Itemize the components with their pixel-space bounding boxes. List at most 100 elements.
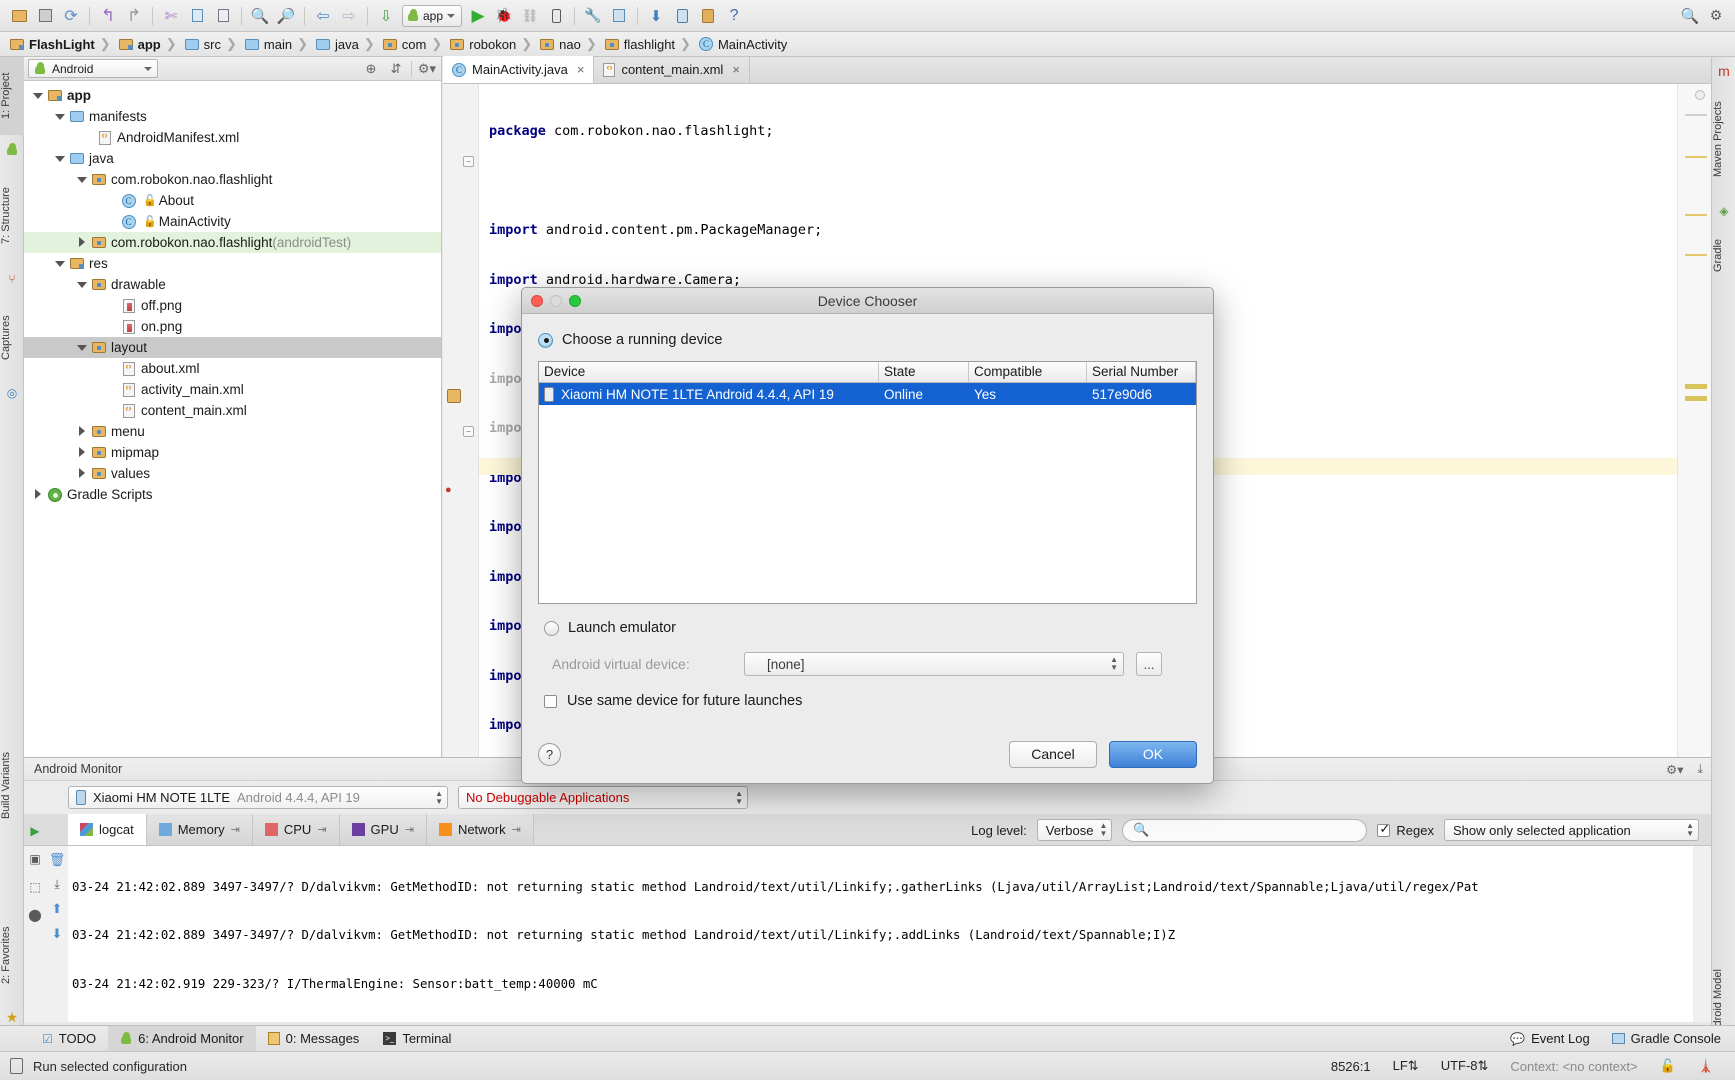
tab-messages[interactable]: 0: Messages <box>256 1026 372 1052</box>
tree-item-activity-main-xml[interactable]: activity_main.xml <box>24 379 441 400</box>
fold-region-icon[interactable]: − <box>463 156 474 167</box>
chevron-down-icon[interactable] <box>74 280 90 290</box>
sdk-download-icon[interactable] <box>695 3 721 29</box>
editor-gutter[interactable]: − − ● <box>443 84 479 757</box>
android-device-monitor-icon[interactable] <box>543 3 569 29</box>
screenshot-icon[interactable]: ▣ <box>29 852 40 866</box>
tree-item-manifests[interactable]: manifests <box>24 106 441 127</box>
tree-item-values[interactable]: values <box>24 463 441 484</box>
unlock-icon[interactable]: 🔓 <box>1649 1058 1687 1074</box>
find-icon[interactable]: 🔍 <box>247 3 273 29</box>
settings-icon[interactable]: ⚙ <box>1703 3 1729 29</box>
restart-icon[interactable]: ▶ <box>30 824 39 838</box>
breadcrumb-item-nao[interactable]: nao ❯ <box>540 36 605 52</box>
dump-icon[interactable]: ⬤ <box>28 908 41 922</box>
sdk-manager-icon[interactable]: 🔧 <box>580 3 606 29</box>
column-header-serial[interactable]: Serial Number <box>1087 362 1196 382</box>
fold-region-icon[interactable]: − <box>463 426 474 437</box>
sidebar-item-favorites[interactable]: 2: Favorites <box>0 905 24 1005</box>
copy-icon[interactable] <box>184 3 210 29</box>
logcat-scope-selector[interactable]: Show only selected application ▲ ▼ <box>1444 819 1699 841</box>
avd-browse-button[interactable]: ... <box>1136 652 1162 676</box>
tab-todo[interactable]: ☑ TODO <box>30 1026 108 1052</box>
tab-terminal[interactable]: >_ Terminal <box>371 1026 463 1052</box>
target-icon[interactable]: ◎ <box>4 385 20 401</box>
tab-event-log[interactable]: 💬 Event Log <box>1510 1026 1590 1052</box>
tree-item-menu[interactable]: menu <box>24 421 441 442</box>
search-everywhere-icon[interactable]: 🔍 <box>1677 3 1703 29</box>
stepper-icon[interactable]: ▲ ▼ <box>1100 822 1108 838</box>
inspection-status-icon[interactable] <box>1695 90 1705 100</box>
tab-mainactivity-java[interactable]: C MainActivity.java × <box>443 56 595 83</box>
attach-debugger-icon[interactable]: ⛓ <box>517 3 543 29</box>
avd-manager-icon[interactable] <box>606 3 632 29</box>
chevron-right-icon[interactable] <box>30 488 46 501</box>
breadcrumb-item-com[interactable]: com ❯ <box>382 36 450 52</box>
gear-icon[interactable]: ⚙▾ <box>1666 762 1683 777</box>
sidebar-item-captures[interactable]: Captures <box>0 297 24 379</box>
tree-item-res[interactable]: res <box>24 253 441 274</box>
line-separator[interactable]: LF⇅ <box>1382 1058 1430 1074</box>
launch-emulator-radio[interactable]: Launch emulator <box>544 620 1197 636</box>
debug-icon[interactable]: 🐞 <box>491 3 517 29</box>
chevron-right-icon[interactable] <box>74 236 90 249</box>
breadcrumb-item-java[interactable]: java ❯ <box>316 36 383 52</box>
tree-item-gradle-scripts[interactable]: Gradle Scripts <box>24 484 441 505</box>
use-same-device-checkbox[interactable]: Use same device for future launches <box>544 693 1197 709</box>
column-header-device[interactable]: Device <box>539 362 879 382</box>
logcat-output[interactable]: 03-24 21:42:02.889 3497-3497/? D/dalvikv… <box>68 846 1693 1022</box>
file-encoding[interactable]: UTF-8⇅ <box>1430 1058 1500 1074</box>
column-header-compatible[interactable]: Compatible <box>969 362 1087 382</box>
breadcrumb-item-robokon[interactable]: robokon ❯ <box>450 36 540 52</box>
tree-item-about[interactable]: C 🔓 About <box>24 190 441 211</box>
run-configuration-selector[interactable]: app <box>402 4 463 27</box>
scroll-down-icon[interactable]: ⬇ <box>52 926 63 942</box>
chevron-down-icon[interactable] <box>52 112 68 122</box>
cut-icon[interactable]: ✄ <box>158 3 184 29</box>
stepper-icon[interactable]: ▲ ▼ <box>1110 656 1118 672</box>
back-icon[interactable]: ⇦ <box>310 3 336 29</box>
tab-gpu[interactable]: GPU ⇥ <box>339 814 427 845</box>
screen-record-icon[interactable]: ⬚ <box>29 880 40 894</box>
breadcrumb-item-flashlight[interactable]: FlashLight ❯ <box>10 36 119 52</box>
forward-icon[interactable]: ⇨ <box>336 3 362 29</box>
minimize-button[interactable] <box>550 294 562 307</box>
chevron-right-icon[interactable] <box>74 446 90 459</box>
sidebar-item-build-variants[interactable]: Build Variants <box>0 729 24 841</box>
chevron-right-icon[interactable] <box>74 467 90 480</box>
clear-logcat-icon[interactable]: 🗑 <box>49 852 66 868</box>
sidebar-item-structure[interactable]: 7: Structure <box>0 167 24 265</box>
tab-android-monitor[interactable]: 6: Android Monitor <box>108 1025 256 1052</box>
sidebar-item-maven-projects[interactable]: Maven Projects <box>1712 83 1735 195</box>
tree-item-drawable[interactable]: drawable <box>24 274 441 295</box>
gradle-marker-icon[interactable] <box>447 389 461 403</box>
version-control-icon[interactable]: ⑂ <box>4 271 20 287</box>
zoom-button[interactable] <box>569 294 581 307</box>
breadcrumb-item-flashlight-pkg[interactable]: flashlight ❯ <box>604 36 699 52</box>
scroll-up-icon[interactable]: ⬆ <box>52 901 63 917</box>
tree-item-package-androidtest[interactable]: com.robokon.nao.flashlight (androidTest) <box>24 232 441 253</box>
sync-icon[interactable]: ⟳ <box>58 3 84 29</box>
cancel-button[interactable]: Cancel <box>1009 740 1097 768</box>
hector-icon[interactable]: 🗼 <box>1687 1058 1725 1074</box>
breadcrumb-item-mainactivity[interactable]: C MainActivity <box>698 37 793 52</box>
breadcrumb-item-main[interactable]: main ❯ <box>244 36 316 52</box>
open-folder-icon[interactable] <box>6 3 32 29</box>
avd-selector[interactable]: [none] ▲ ▼ <box>744 652 1124 676</box>
export-icon[interactable]: ⤓ <box>54 877 59 892</box>
star-icon[interactable]: ★ <box>4 1009 20 1025</box>
minimize-icon[interactable]: ⤓ <box>1697 762 1703 777</box>
table-row[interactable]: Xiaomi HM NOTE 1LTE Android 4.4.4, API 1… <box>539 383 1196 405</box>
sidebar-item-gradle[interactable]: Gradle <box>1712 223 1735 287</box>
caret-position[interactable]: 8526:1 <box>1320 1059 1382 1074</box>
regex-checkbox[interactable]: Regex <box>1377 821 1434 838</box>
sync-gradle-icon[interactable]: ⬇ <box>643 3 669 29</box>
tab-logcat[interactable]: logcat <box>68 814 147 845</box>
detach-icon[interactable]: ⇥ <box>317 823 326 836</box>
tree-item-androidmanifest[interactable]: AndroidManifest.xml <box>24 127 441 148</box>
ok-button[interactable]: OK <box>1109 740 1197 768</box>
target-icon[interactable]: ⊕ <box>361 61 381 77</box>
detach-icon[interactable]: ⇥ <box>231 823 240 836</box>
close-icon[interactable]: × <box>577 62 585 77</box>
chevron-down-icon[interactable] <box>30 91 46 101</box>
